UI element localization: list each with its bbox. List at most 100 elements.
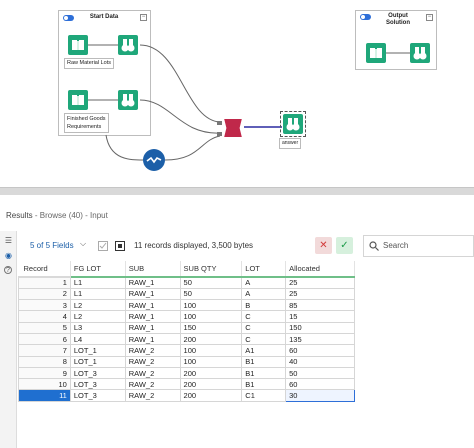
column-header-sub[interactable]: SUB [125, 261, 181, 278]
fg-lot-cell[interactable]: LOT_1 [69, 355, 126, 368]
workflow-canvas[interactable]: Start Data − Output Solution − Raw Mater… [0, 0, 474, 187]
allocated-cell[interactable]: 15 [285, 310, 355, 323]
record-cell[interactable]: 1 [18, 276, 71, 289]
allocated-cell[interactable]: 50 [285, 366, 355, 380]
sub-qty-cell[interactable]: 150 [179, 321, 243, 334]
cell-viewer-icon[interactable] [115, 241, 125, 251]
allocated-cell[interactable]: 85 [285, 299, 355, 312]
input-data-tool-output[interactable] [366, 43, 386, 63]
allocated-cell[interactable]: 40 [285, 355, 355, 368]
sub-qty-cell[interactable]: 100 [179, 299, 243, 312]
sub-cell[interactable]: RAW_2 [124, 378, 181, 391]
table-row[interactable]: 3 L2 RAW_1 100 B 85 [18, 299, 355, 312]
record-cell[interactable]: 5 [18, 321, 71, 334]
lot-cell[interactable]: C [241, 321, 287, 334]
sub-cell[interactable]: RAW_1 [124, 310, 181, 323]
allocated-cell[interactable]: 60 [285, 344, 355, 357]
sub-qty-cell[interactable]: 50 [179, 276, 243, 289]
sub-cell[interactable]: RAW_2 [124, 389, 181, 402]
allocated-cell[interactable]: 60 [285, 378, 355, 391]
sub-qty-cell[interactable]: 200 [179, 389, 243, 402]
sub-qty-cell[interactable]: 100 [179, 310, 243, 323]
lot-cell[interactable]: A1 [241, 344, 287, 357]
allocated-cell[interactable]: 30 [285, 389, 355, 402]
fg-lot-cell[interactable]: L1 [69, 287, 126, 301]
sub-qty-cell[interactable]: 100 [179, 344, 243, 357]
help-icon[interactable]: ? [4, 266, 12, 274]
column-header-allocated[interactable]: Allocated [285, 261, 355, 278]
sub-cell[interactable]: RAW_2 [124, 344, 181, 357]
sub-cell[interactable]: RAW_1 [124, 287, 181, 301]
record-cell[interactable]: 9 [18, 366, 71, 380]
record-cell[interactable]: 8 [18, 355, 71, 368]
table-row[interactable]: 8 LOT_1 RAW_2 100 B1 40 [18, 355, 355, 368]
input-data-tool-finished-goods[interactable] [68, 90, 88, 110]
lot-cell[interactable]: B [241, 299, 287, 312]
sub-cell[interactable]: RAW_1 [124, 332, 181, 346]
record-cell[interactable]: 6 [18, 332, 71, 346]
table-row[interactable]: 4 L2 RAW_1 100 C 15 [18, 310, 355, 323]
join-input-anchor-bottom[interactable] [217, 132, 222, 136]
browse-tool-output[interactable] [410, 43, 430, 63]
sub-qty-cell[interactable]: 200 [179, 378, 243, 391]
binoculars-icon[interactable]: ◉ [4, 251, 13, 260]
lot-cell[interactable]: A [241, 287, 287, 301]
clear-button[interactable]: ✕ [315, 237, 332, 254]
fg-lot-cell[interactable]: LOT_3 [69, 366, 126, 380]
allocated-cell[interactable]: 135 [285, 332, 355, 346]
sub-cell[interactable]: RAW_1 [124, 276, 181, 289]
column-header-sub-qty[interactable]: SUB QTY [180, 261, 243, 278]
table-row[interactable]: 11 LOT_3 RAW_2 200 C1 30 [18, 389, 355, 402]
table-row[interactable]: 9 LOT_3 RAW_2 200 B1 50 [18, 366, 355, 380]
record-cell[interactable]: 7 [18, 344, 71, 357]
record-cell[interactable]: 4 [18, 310, 71, 323]
list-icon[interactable]: ☰ [4, 236, 13, 245]
table-row[interactable]: 10 LOT_3 RAW_2 200 B1 60 [18, 378, 355, 391]
record-cell[interactable]: 2 [18, 287, 71, 301]
column-header-fg-lot[interactable]: FG LOT [70, 261, 126, 278]
fg-lot-cell[interactable]: L2 [69, 299, 126, 312]
fg-lot-cell[interactable]: L1 [69, 276, 126, 289]
lot-cell[interactable]: A [241, 276, 287, 289]
sub-cell[interactable]: RAW_2 [124, 355, 181, 368]
sub-qty-cell[interactable]: 200 [179, 366, 243, 380]
lot-cell[interactable]: C1 [241, 389, 287, 402]
apply-button[interactable]: ✓ [336, 237, 353, 254]
record-cell[interactable]: 10 [18, 378, 71, 391]
sub-cell[interactable]: RAW_1 [124, 299, 181, 312]
input-data-tool-raw-material[interactable] [68, 35, 88, 55]
sub-cell[interactable]: RAW_2 [124, 366, 181, 380]
browse-tool-raw-material[interactable] [118, 35, 138, 55]
fg-lot-cell[interactable]: L4 [69, 332, 126, 346]
browse-tool-finished-goods[interactable] [118, 90, 138, 110]
allocated-cell[interactable]: 25 [285, 276, 355, 289]
fg-lot-cell[interactable]: L3 [69, 321, 126, 334]
lot-cell[interactable]: C [241, 332, 287, 346]
sub-qty-cell[interactable]: 50 [179, 287, 243, 301]
record-cell[interactable]: 3 [18, 299, 71, 312]
lot-cell[interactable]: B1 [241, 355, 287, 368]
checkbox-icon[interactable] [98, 241, 108, 251]
allocated-cell[interactable]: 150 [285, 321, 355, 334]
fg-lot-cell[interactable]: LOT_3 [69, 389, 126, 402]
join-input-anchor-top[interactable] [217, 121, 222, 125]
fg-lot-cell[interactable]: L2 [69, 310, 126, 323]
sub-qty-cell[interactable]: 200 [179, 332, 243, 346]
results-grid[interactable]: Record FG LOT SUB SUB QTY LOT Allocated … [18, 261, 474, 402]
panel-divider[interactable] [0, 187, 474, 195]
table-row[interactable]: 7 LOT_1 RAW_2 100 A1 60 [18, 344, 355, 357]
fg-lot-cell[interactable]: LOT_3 [69, 378, 126, 391]
table-row[interactable]: 2 L1 RAW_1 50 A 25 [18, 287, 355, 301]
table-row[interactable]: 1 L1 RAW_1 50 A 25 [18, 276, 355, 289]
formula-tool[interactable] [143, 149, 165, 171]
allocated-cell[interactable]: 25 [285, 287, 355, 301]
column-header-lot[interactable]: LOT [241, 261, 287, 278]
lot-cell[interactable]: C [241, 310, 287, 323]
lot-cell[interactable]: B1 [241, 378, 287, 391]
table-row[interactable]: 5 L3 RAW_1 150 C 150 [18, 321, 355, 334]
lot-cell[interactable]: B1 [241, 366, 287, 380]
table-row[interactable]: 6 L4 RAW_1 200 C 135 [18, 332, 355, 346]
record-cell[interactable]: 11 [18, 389, 71, 402]
column-header-record[interactable]: Record [18, 261, 71, 278]
sub-cell[interactable]: RAW_1 [124, 321, 181, 334]
